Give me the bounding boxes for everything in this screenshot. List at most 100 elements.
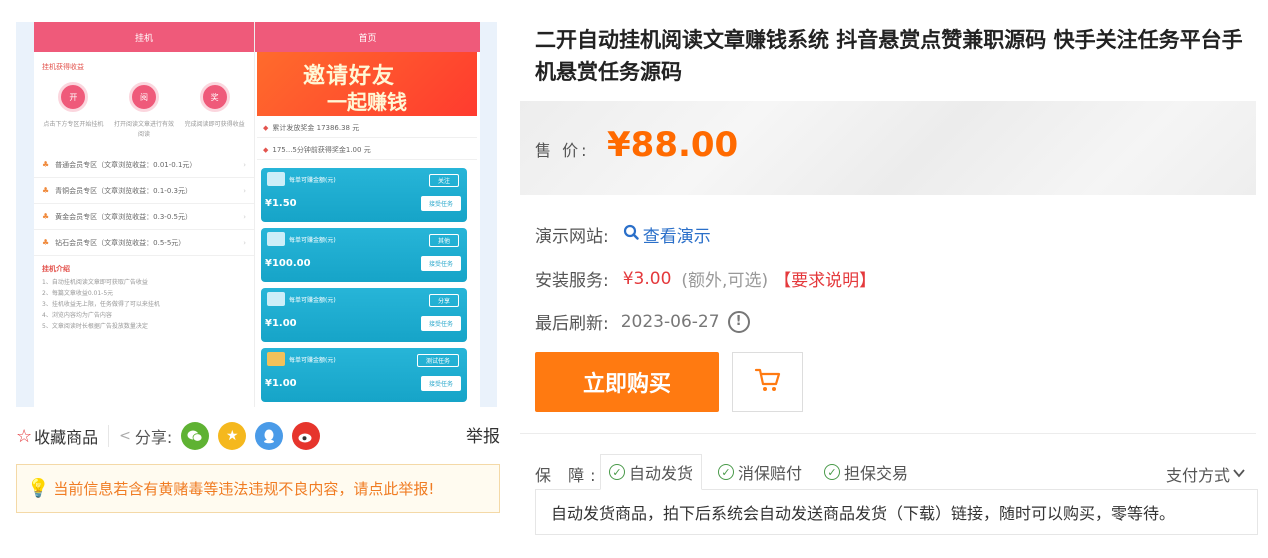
warning-text: 当前信息若含有黄赌毒等违法违规不良内容，请点此举报! (53, 480, 435, 498)
guarantee-label: 保 障: (535, 466, 602, 485)
product-image[interactable]: 挂机 挂机获得收益 开 点击下方专区开始挂机 阅 打开阅读文章进行有效阅读 奖 … (16, 22, 497, 407)
tab-auto-delivery[interactable]: ✓ 自动发货 (600, 454, 703, 490)
install-price: ¥3.00 (622, 268, 672, 289)
step: 开 点击下方专区开始挂机 (42, 82, 104, 140)
lightbulb-icon: 💡 (27, 478, 50, 499)
tab-escrow[interactable]: ✓ 担保交易 (816, 454, 916, 490)
intro-line: 5、文章阅读时长根据广告投放数量决定 (42, 323, 148, 330)
notice-text: 累计发放奖金 17386.38 元 (272, 123, 360, 132)
accept-task-button: 接受任务 (420, 376, 461, 391)
invite-banner: 邀请好友 一起赚钱 (257, 52, 477, 116)
install-note: (额外,可选) (681, 271, 769, 291)
tier-item: ♣ 青铜会员专区（文章浏览收益：0.1-0.3元） › (34, 178, 254, 204)
notice-row: ◆ 175...5分钟前获得奖金1.00 元 (257, 140, 477, 160)
qq-icon[interactable] (255, 422, 284, 450)
task-price: ¥1.50 (265, 198, 297, 209)
task-label: 每单可赚金额(元) (289, 297, 336, 304)
intro-title: 挂机介绍 (42, 265, 70, 273)
qzone-icon[interactable]: ★ (218, 422, 247, 450)
product-title: 二开自动挂机阅读文章赚钱系统 抖音悬赏点赞兼职源码 快手关注任务平台手机悬赏任务… (535, 28, 1243, 84)
chevron-right-icon: › (243, 186, 246, 195)
wechat-icon[interactable] (181, 422, 210, 450)
refresh-label: 最后刷新: (535, 314, 609, 334)
accept-task-button: 接受任务 (420, 196, 461, 211)
crown-icon: ♣ (42, 212, 50, 221)
task-label: 每单可赚金额(元) (289, 177, 336, 184)
task-price: ¥1.00 (265, 318, 297, 329)
info-icon[interactable]: ! (727, 310, 750, 333)
tier-label: 黄金会员专区（文章浏览收益：0.3-0.5元） (55, 212, 192, 221)
banner-line: 一起赚钱 (327, 90, 407, 114)
search-icon (623, 224, 639, 245)
task-card: 每单可赚金额(元) 测试任务 ¥1.00 接受任务 (261, 348, 467, 402)
step-circle: 奖 (199, 82, 230, 112)
task-thumbnail (267, 352, 285, 366)
crown-icon: ♣ (42, 238, 50, 247)
task-card: 每单可赚金额(元) 分享 ¥1.00 接受任务 (261, 288, 467, 342)
chevron-right-icon: › (243, 238, 246, 247)
task-card: 每单可赚金额(元) 其他 ¥100.00 接受任务 (261, 228, 467, 282)
chevron-down-icon (1232, 466, 1246, 482)
crown-icon: ♣ (42, 186, 50, 195)
price-label: 售 价: (535, 141, 590, 160)
demo-label: 演示网站: (535, 227, 609, 247)
payment-method-label: 支付方式 (1165, 466, 1230, 485)
phone-header: 挂机 (34, 22, 254, 52)
task-price: ¥1.00 (265, 378, 297, 389)
check-icon: ✓ (718, 464, 734, 480)
weibo-icon[interactable] (292, 422, 321, 450)
chevron-right-icon: › (243, 212, 246, 221)
diamond-icon: ◆ (263, 123, 269, 132)
task-price: ¥100.00 (265, 258, 311, 269)
tier-item: ♣ 黄金会员专区（文章浏览收益：0.3-0.5元） › (34, 204, 254, 230)
check-icon: ✓ (824, 464, 840, 480)
step: 奖 完成阅读即可获得收益 (184, 82, 246, 140)
report-warning-banner[interactable]: 💡 当前信息若含有黄赌毒等违法违规不良内容，请点此举报! (16, 464, 500, 513)
favorite-label: 收藏商品 (34, 428, 99, 447)
star-icon: ☆ (16, 425, 33, 447)
demo-row: 演示网站: 查看演示 (535, 222, 711, 247)
step: 阅 打开阅读文章进行有效阅读 (113, 82, 175, 140)
install-label: 安装服务: (535, 271, 609, 291)
requirements-link[interactable]: 【要求说明】 (774, 266, 876, 291)
accept-task-button: 接受任务 (420, 256, 461, 271)
divider (108, 425, 110, 447)
tier-label: 青铜会员专区（文章浏览收益：0.1-0.3元） (55, 186, 192, 195)
guarantee-bar: 保 障: ✓ 自动发货 ✓ 消保赔付 ✓ 担保交易 支付方式 (535, 454, 1256, 490)
intro-line: 1、自动挂机阅读文章即可获取广告收益 (42, 279, 148, 286)
buy-now-button[interactable]: 立即购买 (535, 352, 719, 412)
tier-label: 钻石会员专区（文章浏览收益：0.5-5元） (55, 238, 186, 247)
task-card: 每单可赚金额(元) 关注 ¥1.50 接受任务 (261, 168, 467, 222)
phone-subtitle: 挂机获得收益 (42, 63, 84, 71)
add-to-cart-button[interactable] (732, 352, 803, 412)
refresh-row: 最后刷新: 2023-06-27 ! (535, 309, 750, 334)
tier-label: 普通会员专区（文章浏览收益：0.01-0.1元） (55, 160, 197, 169)
payment-method-dropdown[interactable]: 支付方式 (1166, 462, 1246, 486)
diamond-icon: ◆ (263, 145, 269, 154)
chevron-right-icon: › (243, 160, 246, 169)
phone-header: 首页 (255, 22, 480, 52)
share-label: 分享: (134, 428, 173, 447)
task-thumbnail (267, 172, 285, 186)
task-label: 每单可赚金额(元) (289, 237, 336, 244)
task-tag: 测试任务 (416, 354, 459, 367)
tab-label: 担保交易 (844, 464, 909, 483)
step-desc: 点击下方专区开始挂机 (43, 121, 104, 128)
guarantee-description: 自动发货商品，拍下后系统会自动发送商品发货（下载）链接，随时可以购买，零等待。 (535, 489, 1258, 535)
report-link[interactable]: 举报 (466, 422, 500, 447)
crown-icon: ♣ (42, 160, 50, 169)
refresh-date: 2023-06-27 (620, 311, 720, 332)
intro-line: 3、挂机收益无上限，任务做得了可以来挂机 (42, 301, 160, 308)
task-tag: 其他 (428, 234, 459, 247)
left-phone-screen: 挂机 挂机获得收益 开 点击下方专区开始挂机 阅 打开阅读文章进行有效阅读 奖 … (34, 22, 254, 407)
favorite-button[interactable]: ☆ 收藏商品 (16, 424, 98, 448)
intro-line: 4、浏览内容均为广告内容 (42, 312, 112, 319)
price-box: 售 价: ¥88.00 (520, 101, 1256, 195)
task-label: 每单可赚金额(元) (289, 357, 336, 364)
tab-consumer-protection[interactable]: ✓ 消保赔付 (710, 454, 810, 490)
tier-item: ♣ 普通会员专区（文章浏览收益：0.01-0.1元） › (34, 152, 254, 178)
share-group: < 分享: ★ (119, 422, 321, 450)
notice-text: 175...5分钟前获得奖金1.00 元 (272, 145, 371, 154)
demo-link[interactable]: 查看演示 (623, 222, 711, 247)
right-phone-screen: 首页 邀请好友 一起赚钱 ◆ 累计发放奖金 17386.38 元 ◆ 175...5… (254, 22, 480, 407)
